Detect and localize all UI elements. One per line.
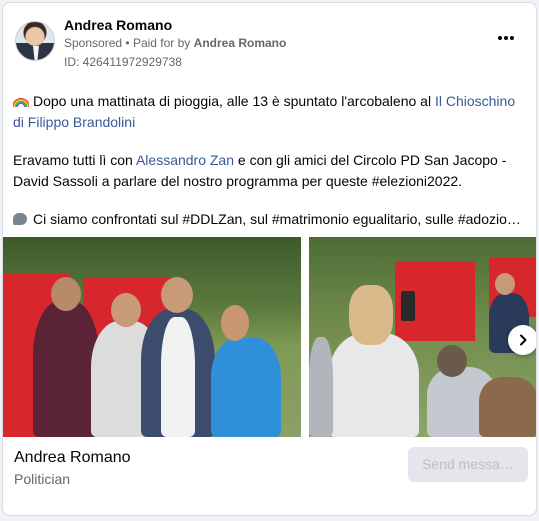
- chevron-right-icon: [520, 334, 527, 346]
- link-alessandro-zan[interactable]: Alessandro Zan: [136, 152, 234, 168]
- ad-id: ID: 426411972929738: [64, 55, 182, 69]
- image-carousel: [3, 237, 536, 437]
- carousel-photo-crowd[interactable]: [309, 237, 536, 437]
- p3-text: Ci siamo confrontati sul #DDLZan, sul #m…: [33, 211, 521, 227]
- paid-for-name: Andrea Romano: [193, 36, 287, 50]
- p1-text: Dopo una mattinata di pioggia, alle 13 è…: [33, 93, 435, 109]
- sponsored-label: Sponsored: [64, 36, 123, 50]
- paragraph-2: Eravamo tutti lì con Alessandro Zan e co…: [13, 150, 528, 192]
- paragraph-1: Dopo una mattinata di pioggia, alle 13 è…: [13, 91, 528, 133]
- carousel-next-button[interactable]: [508, 325, 536, 355]
- p2-text-a: Eravamo tutti lì con: [13, 152, 136, 168]
- page-category: Politician: [14, 471, 71, 487]
- post-text: Dopo una mattinata di pioggia, alle 13 è…: [13, 91, 528, 230]
- sponsored-post-card: Andrea Romano Sponsored • Paid for by An…: [2, 2, 537, 516]
- rainbow-emoji-icon: [13, 96, 29, 107]
- avatar[interactable]: [15, 21, 55, 61]
- send-message-button[interactable]: Send messa…: [408, 447, 528, 482]
- separator-dot: •: [125, 36, 133, 50]
- carousel-photo-group[interactable]: [3, 237, 301, 437]
- page-name[interactable]: Andrea Romano: [14, 449, 131, 467]
- speech-bubble-emoji-icon: [13, 213, 27, 225]
- author-name[interactable]: Andrea Romano: [64, 17, 172, 33]
- paid-for-prefix: Paid for by: [132, 36, 191, 50]
- sponsored-line: Sponsored • Paid for by Andrea Romano: [64, 36, 286, 50]
- paragraph-3[interactable]: Ci siamo confrontati sul #DDLZan, sul #m…: [13, 209, 528, 230]
- more-options-icon[interactable]: [494, 29, 518, 47]
